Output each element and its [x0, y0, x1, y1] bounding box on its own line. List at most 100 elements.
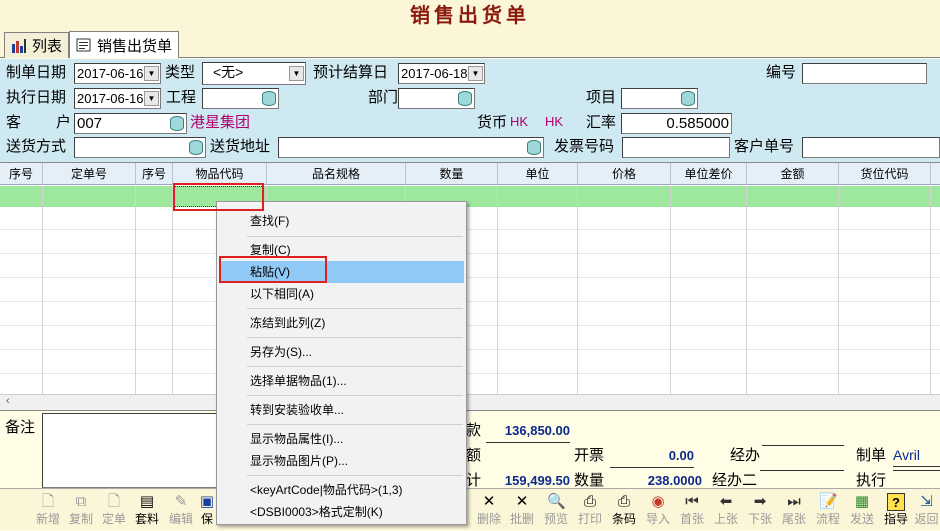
import-label: 导入	[645, 512, 670, 526]
customer-order-label: 客户单号	[734, 138, 795, 155]
remark-textarea[interactable]	[42, 413, 218, 488]
customer-code-input[interactable]: 007	[74, 113, 187, 134]
menu-item-format-custom[interactable]: <DSBI0003>格式定制(K)	[219, 501, 464, 523]
item-input[interactable]	[621, 88, 698, 109]
item-label: 项目	[586, 89, 617, 106]
horizontal-scrollbar[interactable]: ‹	[0, 394, 940, 410]
invoice-number-label: 发票号码	[554, 138, 615, 155]
type-label: 类型	[165, 64, 196, 81]
chart-icon	[11, 38, 27, 54]
currency-label: 货币	[477, 114, 508, 131]
database-lookup-icon[interactable]	[681, 91, 695, 106]
col-header[interactable]: 定单号	[43, 163, 136, 185]
number-input[interactable]	[802, 63, 927, 84]
edit-button[interactable]: ✎ 编辑	[164, 489, 198, 531]
last-button[interactable]: ⏭ 尾张	[777, 489, 811, 531]
amount-label: 款	[466, 422, 482, 439]
ship-addr-label: 送货地址	[210, 138, 271, 155]
batch-delete-button[interactable]: ✕ 批删	[505, 489, 539, 531]
form-icon	[76, 37, 92, 53]
menu-item-show-image[interactable]: 显示物品图片(P)...	[219, 450, 464, 472]
database-lookup-icon[interactable]	[170, 116, 184, 131]
exit-button[interactable]: ⇲ 返回	[913, 489, 940, 531]
menu-item-same-below[interactable]: 以下相同(A)	[219, 283, 464, 305]
menu-item-key-info[interactable]: <keyArtCode|物品代码>(1,3)	[219, 479, 464, 501]
col-header[interactable]: 货位代码	[839, 163, 931, 185]
col-header[interactable]: 金额	[747, 163, 839, 185]
col-header[interactable]: 数量	[406, 163, 498, 185]
database-lookup-icon[interactable]	[189, 140, 203, 155]
database-lookup-icon[interactable]	[262, 91, 276, 106]
barcode-label: 条码	[611, 512, 636, 526]
rate-input[interactable]: 0.585000	[621, 113, 732, 134]
tab-sales-delivery[interactable]: 销售出货单	[69, 31, 180, 58]
save-button[interactable]: ▣ 保	[197, 489, 217, 531]
chevron-down-icon[interactable]: ▼	[144, 91, 159, 106]
settle-date-field[interactable]: 2017-06-18 ▼	[398, 63, 485, 84]
order-icon: 🗋	[107, 493, 121, 510]
next-button[interactable]: ➡ 下张	[743, 489, 777, 531]
prev-label: 上张	[713, 512, 738, 526]
kit-label: 套料	[134, 512, 159, 526]
exec-date-field[interactable]: 2017-06-16 ▼	[74, 88, 161, 109]
database-lookup-icon[interactable]	[527, 140, 541, 155]
col-header[interactable]: 序号	[0, 163, 43, 185]
kit-button[interactable]: ▤ 套料	[130, 489, 164, 531]
menu-item-save-as[interactable]: 另存为(S)...	[219, 341, 464, 363]
print-icon: ⎙	[583, 493, 596, 510]
detail-grid: 序号 定单号 序号 物品代码 品名规格 数量 单位 价格 单位差价 金额 货位代…	[0, 162, 940, 410]
menu-item-find[interactable]: 查找(F)	[219, 210, 464, 232]
print-button[interactable]: ⎙ 打印	[573, 489, 607, 531]
dept-label: 部门	[368, 89, 399, 106]
help-icon: ?	[887, 493, 905, 511]
barcode-button[interactable]: ⎙ 条码	[607, 489, 641, 531]
project-input[interactable]	[202, 88, 279, 109]
dept-input[interactable]	[398, 88, 475, 109]
import-button[interactable]: ◉ 导入	[641, 489, 675, 531]
order-button[interactable]: 🗋 定单	[97, 489, 131, 531]
invoice-number-input[interactable]	[622, 137, 730, 158]
save-icon: ▣	[199, 493, 215, 510]
new-button[interactable]: 🗋 新增	[31, 489, 65, 531]
menu-item-show-attributes[interactable]: 显示物品属性(I)...	[219, 428, 464, 450]
type-select[interactable]: <无> ▼	[202, 62, 306, 85]
import-icon: ◉	[651, 493, 665, 510]
col-header[interactable]: 单位	[498, 163, 578, 185]
scroll-left-icon[interactable]: ‹	[6, 395, 10, 407]
copy-label: 复制	[68, 512, 93, 526]
col-header[interactable]: 序号	[136, 163, 173, 185]
col-header[interactable]: 单位差价	[671, 163, 747, 185]
ship-method-input[interactable]	[74, 137, 206, 158]
ship-addr-input[interactable]	[278, 137, 544, 158]
delete-icon: ✕	[482, 493, 496, 510]
preview-button[interactable]: 🔍 预览	[539, 489, 573, 531]
first-button[interactable]: ⏮ 首张	[675, 489, 709, 531]
chevron-down-icon[interactable]: ▼	[144, 66, 159, 81]
exit-label: 返回	[914, 512, 939, 526]
prev-button[interactable]: ⬅ 上张	[709, 489, 743, 531]
table-row-selected[interactable]	[0, 186, 940, 207]
copy-button[interactable]: ⧉ 复制	[64, 489, 98, 531]
database-lookup-icon[interactable]	[458, 91, 472, 106]
col-header[interactable]: 品名规格	[267, 163, 406, 185]
col-header[interactable]: 价格	[578, 163, 671, 185]
send-button[interactable]: ▦ 发送	[845, 489, 879, 531]
menu-item-select-items[interactable]: 选择单据物品(1)...	[219, 370, 464, 392]
col-header[interactable]: 物品代码	[173, 163, 267, 185]
total-label: 额	[466, 447, 482, 464]
make-date-field[interactable]: 2017-06-16 ▼	[74, 63, 161, 84]
delete-button[interactable]: ✕ 删除	[472, 489, 506, 531]
menu-item-goto-install[interactable]: 转到安装验收单...	[219, 399, 464, 421]
menu-item-freeze-column[interactable]: 冻结到此列(Z)	[219, 312, 464, 334]
flow-button[interactable]: 📝 流程	[811, 489, 845, 531]
exit-icon: ⇲	[920, 493, 933, 510]
chevron-down-icon[interactable]: ▼	[289, 66, 304, 81]
flow-label: 流程	[815, 512, 840, 526]
send-label: 发送	[849, 512, 874, 526]
maker-value: Avril	[893, 444, 940, 467]
help-button[interactable]: ? 指导	[879, 489, 913, 531]
customer-order-input[interactable]	[802, 137, 940, 158]
tab-list[interactable]: 列表	[4, 32, 70, 58]
tab-strip: 列表 销售出货单	[0, 30, 940, 58]
chevron-down-icon[interactable]: ▼	[468, 66, 483, 81]
